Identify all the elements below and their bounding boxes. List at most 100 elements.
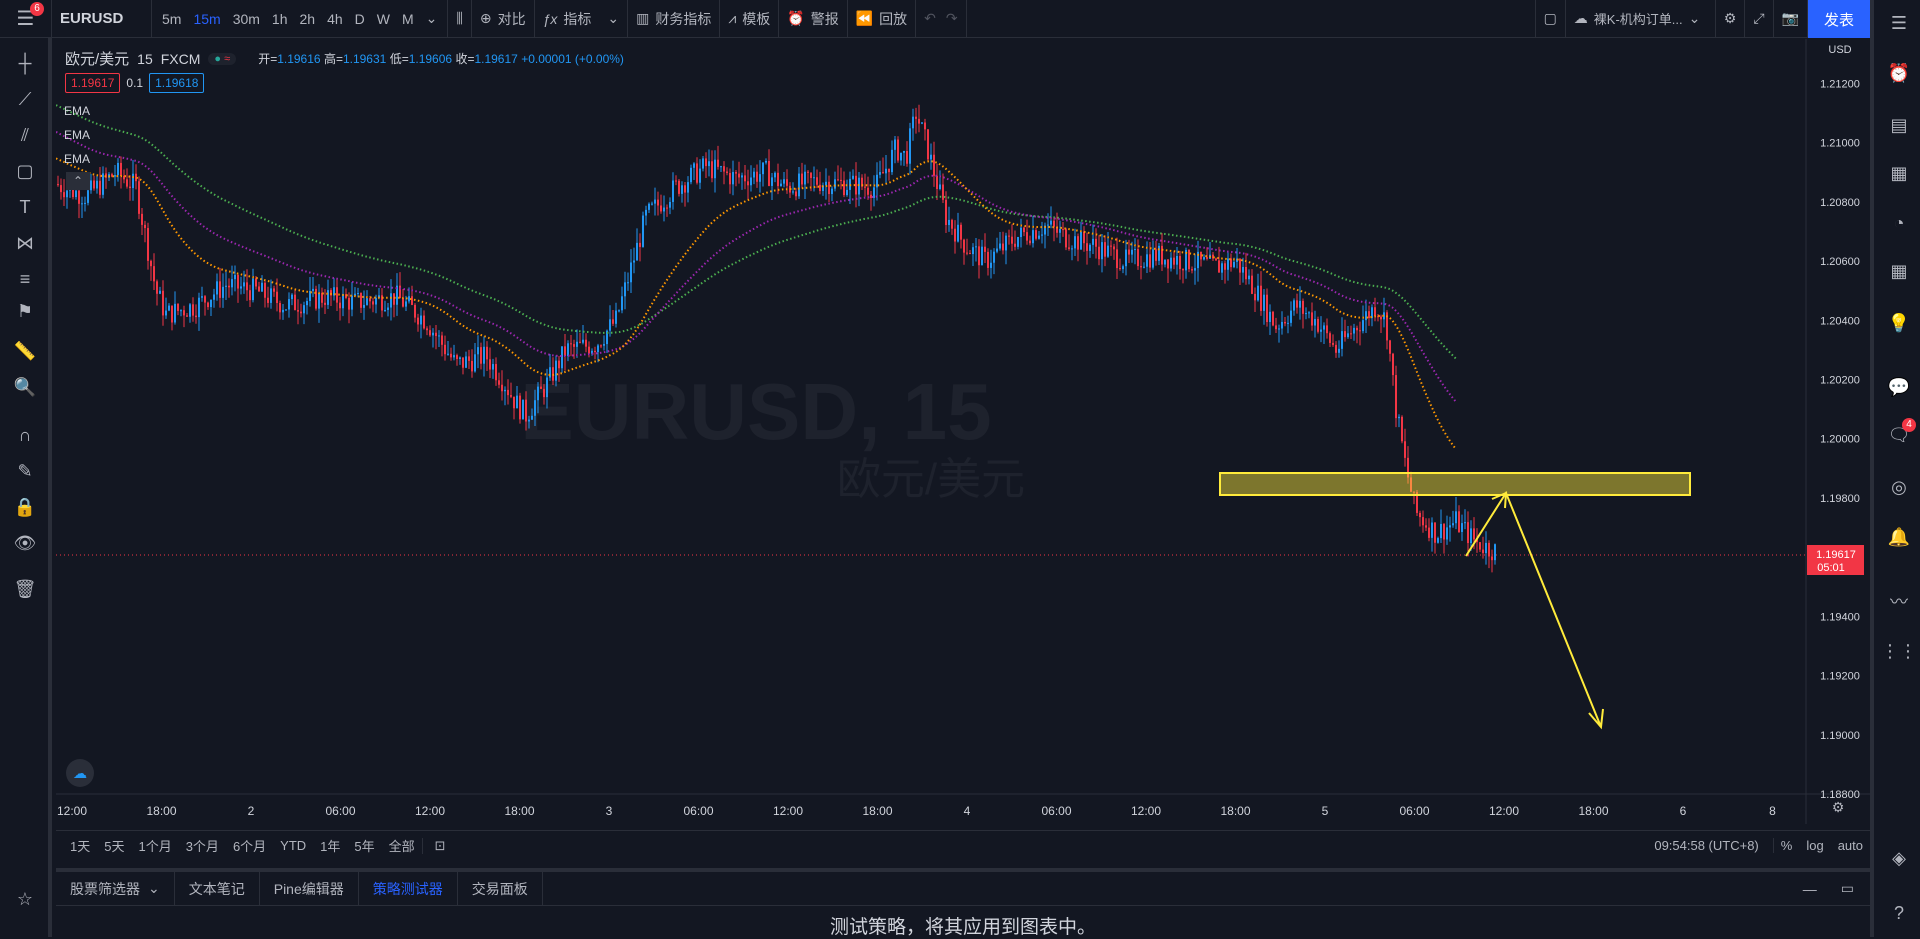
fullscreen-button[interactable]: ⤢ xyxy=(1745,0,1774,38)
news-icon[interactable]: ▦ xyxy=(1886,160,1912,186)
bell-icon[interactable]: 🔔 xyxy=(1886,524,1912,550)
percent-toggle[interactable]: % xyxy=(1774,838,1800,853)
clock[interactable]: 09:54:58 (UTC+8) xyxy=(1647,838,1774,853)
collapse-legend-button[interactable]: ⌃ xyxy=(66,172,90,190)
alerts-button[interactable]: ⏰ 警报 xyxy=(779,0,848,38)
log-toggle[interactable]: log xyxy=(1799,838,1830,853)
range-all[interactable]: 全部 xyxy=(382,836,422,855)
icons-icon[interactable]: ⚑ xyxy=(12,298,38,324)
chevron-down-icon[interactable]: ⌄ xyxy=(420,10,444,27)
tf-4h[interactable]: 4h xyxy=(321,11,349,27)
ideas-icon[interactable]: 💡 xyxy=(1886,310,1912,336)
lock-icon[interactable]: 🔒 xyxy=(12,494,38,520)
star-icon[interactable]: ☆ xyxy=(12,886,38,912)
candle-body xyxy=(1224,263,1226,270)
eye-icon[interactable]: 👁 xyxy=(12,530,38,556)
pattern-icon[interactable]: ⋈ xyxy=(12,230,38,256)
financials-button[interactable]: ▥ 财务指标 xyxy=(628,0,721,38)
maximize-icon[interactable]: ▭ xyxy=(1841,880,1854,897)
supply-zone[interactable] xyxy=(1219,472,1691,496)
time-axis[interactable]: 12:00 18:00 2 06:00 12:00 18:00 3 06:00 12:00 18:… xyxy=(57,804,1776,818)
text-icon[interactable]: T xyxy=(12,194,38,220)
snapshot-button[interactable]: 📷 xyxy=(1774,0,1808,38)
redo-icon[interactable]: ↷ xyxy=(946,10,958,27)
projection-path[interactable] xyxy=(1465,490,1602,728)
tf-15m[interactable]: 15m xyxy=(187,11,226,27)
publish-button[interactable]: 发表 xyxy=(1808,0,1870,38)
ema-label-2[interactable]: EMA xyxy=(64,128,90,142)
indicators-button[interactable]: ƒx 指标 ⌄ xyxy=(535,0,629,38)
buy-button[interactable]: 1.19618 xyxy=(149,73,205,93)
chart-style-button[interactable]: ⫼ xyxy=(448,0,472,38)
tab-pine-editor[interactable]: Pine编辑器 xyxy=(260,871,359,906)
pencil-lock-icon[interactable]: ✎ xyxy=(12,458,38,484)
help-icon[interactable]: ? xyxy=(1886,900,1912,926)
range-5d[interactable]: 5天 xyxy=(97,836,131,855)
chart-area[interactable]: EURUSD, 15 欧元/美元 1.21200 1.21000 1.20800 1.… xyxy=(56,39,1870,824)
templates-button[interactable]: ⩘ 模板 xyxy=(720,0,780,38)
range-1d[interactable]: 1天 xyxy=(56,836,97,855)
tf-d[interactable]: D xyxy=(349,11,371,27)
tf-m[interactable]: M xyxy=(396,11,420,27)
dots-grid-icon[interactable]: ⋮⋮ xyxy=(1881,638,1917,664)
ruler-icon[interactable]: 📏 xyxy=(12,338,38,364)
tf-30m[interactable]: 30m xyxy=(227,11,266,27)
auto-toggle[interactable]: auto xyxy=(1831,838,1870,853)
crosshair-icon[interactable]: ┼ xyxy=(12,50,38,76)
watchlist-icon[interactable]: ☰ xyxy=(1886,10,1912,36)
candle-body xyxy=(540,386,542,389)
data-window-icon[interactable]: ▤ xyxy=(1886,112,1912,138)
ema-label-3[interactable]: EMA xyxy=(64,152,90,166)
fib-icon[interactable]: ⫽ xyxy=(12,122,38,148)
shapes-icon[interactable]: ▢ xyxy=(12,158,38,184)
price-chart[interactable]: EURUSD, 15 欧元/美元 1.212001.210001.208001.… xyxy=(56,39,1870,824)
sell-button[interactable]: 1.19617 xyxy=(65,73,121,93)
tab-trading-panel[interactable]: 交易面板 xyxy=(458,871,543,906)
trendline-icon[interactable]: ⟋ xyxy=(12,86,38,112)
undo-icon[interactable]: ↶ xyxy=(924,10,936,27)
range-3m[interactable]: 3个月 xyxy=(179,836,226,855)
streams-icon[interactable]: ◎ xyxy=(1886,474,1912,500)
range-5y[interactable]: 5年 xyxy=(347,836,381,855)
alarm-clock-icon[interactable]: ⏰ xyxy=(1886,60,1912,86)
compare-button[interactable]: ⊕ 对比 xyxy=(472,0,535,38)
calendar-icon[interactable]: ▦ xyxy=(1886,258,1912,284)
layers-icon[interactable]: ◈ xyxy=(1886,845,1912,871)
range-6m[interactable]: 6个月 xyxy=(226,836,273,855)
magnet-icon[interactable]: ∩ xyxy=(12,422,38,448)
tf-2h[interactable]: 2h xyxy=(294,11,322,27)
replay-button[interactable]: ⏪ 回放 xyxy=(848,0,917,38)
ema-line[interactable] xyxy=(56,104,1457,360)
candle-body xyxy=(276,291,278,303)
price-axis[interactable]: 1.21200 1.21000 1.20800 1.20600 1.20400 1.202… xyxy=(1820,78,1860,801)
candle-body xyxy=(1149,254,1151,268)
goto-date-icon[interactable]: ⊡ xyxy=(421,837,453,854)
tf-5m[interactable]: 5m xyxy=(156,11,187,27)
hotlist-icon[interactable]: ◔ xyxy=(1886,210,1912,236)
candle-body xyxy=(243,282,245,287)
tf-1h[interactable]: 1h xyxy=(266,11,294,27)
main-menu-button[interactable]: ☰ 6 xyxy=(0,0,52,38)
tab-notes[interactable]: 文本笔记 xyxy=(175,871,260,906)
ema-label-1[interactable]: EMA xyxy=(64,104,90,118)
tab-screener[interactable]: 股票筛选器 ⌄ xyxy=(56,871,175,906)
layout-menu[interactable]: ☁ 裸K-机构订单... ⌄ xyxy=(1566,0,1716,38)
trash-icon[interactable]: 🗑 xyxy=(12,576,38,602)
market-status-toggle[interactable]: ● ≈ xyxy=(208,52,237,65)
symbol-search[interactable]: EURUSD xyxy=(52,0,152,38)
range-1y[interactable]: 1年 xyxy=(313,836,347,855)
zoom-icon[interactable]: 🔍 xyxy=(12,374,38,400)
settings-button[interactable]: ⚙ xyxy=(1716,0,1746,38)
axis-settings-icon[interactable]: ⚙ xyxy=(1832,799,1845,815)
tf-w[interactable]: W xyxy=(371,11,396,27)
chat-icon[interactable]: 💬 xyxy=(1886,374,1912,400)
currency-label[interactable]: USD xyxy=(1828,44,1851,56)
fullscreen-layout-button[interactable]: ▢ xyxy=(1534,0,1566,38)
minimize-icon[interactable]: — xyxy=(1803,881,1817,897)
messages-icon[interactable]: 🗨 4 xyxy=(1886,418,1916,448)
tab-strategy-tester[interactable]: 策略测试器 xyxy=(359,871,458,906)
range-ytd[interactable]: YTD xyxy=(273,838,313,853)
prediction-icon[interactable]: ≡ xyxy=(12,266,38,292)
range-1m[interactable]: 1个月 xyxy=(131,836,178,855)
trend-icon[interactable]: 〰 xyxy=(1886,588,1912,614)
